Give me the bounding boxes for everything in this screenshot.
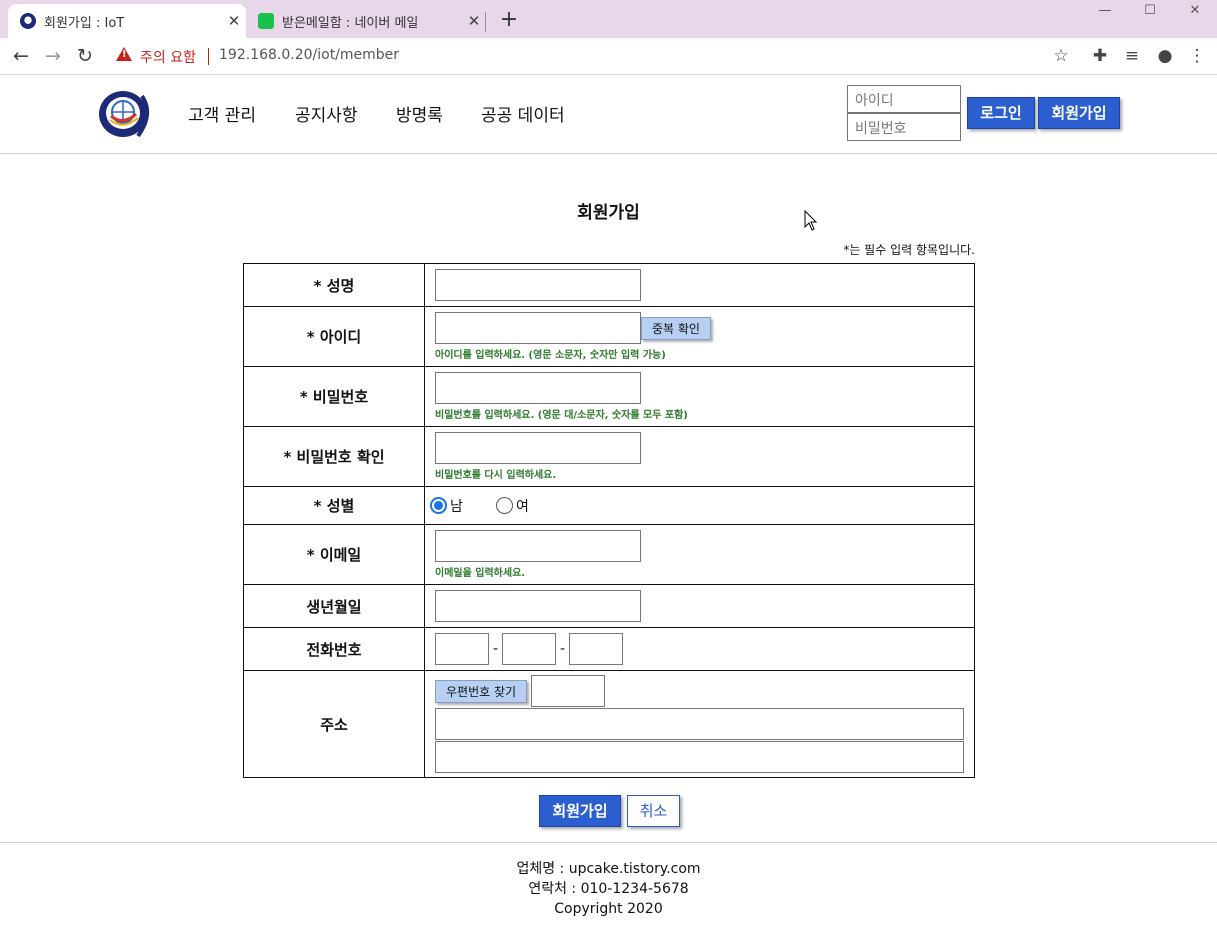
tab-naver-mail[interactable]: 받은메일함 : 네이버 메일 ✕ [246,4,486,38]
login-id-input[interactable]: 아이디 [847,85,961,113]
address-line2-input[interactable] [435,741,964,773]
bookmark-star-icon[interactable]: ☆ [1048,44,1074,68]
media-playlist-icon[interactable]: ≡ [1119,44,1145,68]
password-input[interactable] [435,372,641,404]
gender-male-label: 남 [450,498,463,515]
nav-customer-management[interactable]: 고객 관리 [188,101,256,126]
gender-female-label: 여 [515,498,529,515]
footer-copyright: Copyright 2020 [554,901,663,917]
postcode-input[interactable] [531,675,606,707]
page-title: 회원가입 [577,203,640,223]
login-button[interactable]: 로그인 [967,97,1035,129]
site-header: 고객 관리 공지사항 방명록 공공 데이터 아이디 비밀번호 로그인 회원가입 [0,75,1217,154]
site-favicon-icon [20,13,36,29]
forward-arrow-icon[interactable]: → [40,44,66,68]
tab-title: 회원가입 : IoT [44,15,125,31]
password-hint: 비밀번호를 입력하세요. (영문 대/소문자, 숫자를 모두 포함) [435,410,688,421]
new-tab-plus-icon[interactable]: + [497,7,521,33]
close-tab-icon[interactable]: ✕ [462,12,486,30]
address-bar[interactable]: 192.168.0.20/iot/member [219,47,399,63]
tab-divider [485,12,486,32]
birthdate-input[interactable] [435,590,641,622]
postcode-search-button[interactable]: 우편번호 찾기 [435,679,528,703]
name-label: * 성명 [243,263,425,307]
mouse-cursor-icon [804,210,818,231]
birthdate-label: 생년월일 [243,584,425,628]
phone-part1-input[interactable] [435,633,489,665]
cancel-button[interactable]: 취소 [627,795,680,827]
profile-avatar-icon[interactable]: ● [1152,44,1178,68]
back-arrow-icon[interactable]: ← [8,44,34,68]
signup-submit-button[interactable]: 회원가입 [539,795,621,827]
phone-separator: - [559,641,566,657]
minimize-icon[interactable]: — [1082,0,1128,22]
tab-title: 받은메일함 : 네이버 메일 [282,15,419,31]
phone-part3-input[interactable] [569,633,623,665]
site-footer: 업체명 : upcake.tistory.com 연락처 : 010-1234-… [0,842,1217,919]
userid-input[interactable] [435,312,641,344]
password-confirm-label: * 비밀번호 확인 [243,426,425,487]
close-window-icon[interactable]: ✕ [1172,0,1217,22]
name-input[interactable] [435,269,641,301]
close-tab-icon[interactable]: ✕ [222,12,246,30]
nav-guestbook[interactable]: 방명록 [396,101,443,126]
reload-icon[interactable]: ↻ [72,44,98,68]
browser-toolbar: ← → ↻ 주의 요함 192.168.0.20/iot/member ☆ ✚ … [0,38,1217,75]
footer-contact: 연락처 : 010-1234-5678 [528,881,689,897]
password-confirm-hint: 비밀번호를 다시 입력하세요. [435,470,557,481]
footer-company: 업체명 : upcake.tistory.com [516,861,701,877]
more-menu-icon[interactable]: ⋮ [1184,44,1210,68]
browser-tab-bar: 회원가입 : IoT ✕ 받은메일함 : 네이버 메일 ✕ + — ☐ ✕ [0,0,1217,38]
address-line1-input[interactable] [435,708,964,740]
required-note: *는 필수 입력 항목입니다. [843,243,975,257]
maximize-icon[interactable]: ☐ [1127,0,1173,22]
phone-part2-input[interactable] [502,633,556,665]
security-warning[interactable]: 주의 요함 [140,47,196,67]
nav-public-data[interactable]: 공공 데이터 [481,101,565,126]
email-input[interactable] [435,530,641,562]
site-logo[interactable] [98,90,152,140]
duplicate-check-button[interactable]: 중복 확인 [641,316,711,340]
login-password-input[interactable]: 비밀번호 [847,113,961,141]
password-label: * 비밀번호 [243,366,425,427]
userid-label: * 아이디 [243,306,425,367]
userid-hint: 아이디를 입력하세요. (영문 소문자, 숫자만 입력 가능) [435,350,666,361]
url-divider [208,48,209,65]
email-hint: 이메일을 입력하세요. [435,568,526,579]
extensions-puzzle-icon[interactable]: ✚ [1087,44,1113,68]
gender-label: * 성별 [243,486,425,525]
phone-separator: - [492,641,499,657]
email-label: * 이메일 [243,524,425,585]
warning-triangle-icon[interactable] [116,47,132,61]
nav-notice[interactable]: 공지사항 [295,101,358,126]
signup-form-table: * 성명 * 아이디 중복 확인 아이디를 입력하세요. (영문 소문자, 숫자… [243,263,975,778]
address-label: 주소 [243,670,425,778]
password-confirm-input[interactable] [435,432,641,464]
gender-male-radio[interactable] [430,497,447,515]
signup-header-button[interactable]: 회원가입 [1038,97,1120,129]
phone-label: 전화번호 [243,627,425,671]
tab-member-signup[interactable]: 회원가입 : IoT ✕ [8,4,246,38]
naver-mail-favicon-icon [258,13,274,29]
gender-female-radio[interactable] [495,497,513,515]
